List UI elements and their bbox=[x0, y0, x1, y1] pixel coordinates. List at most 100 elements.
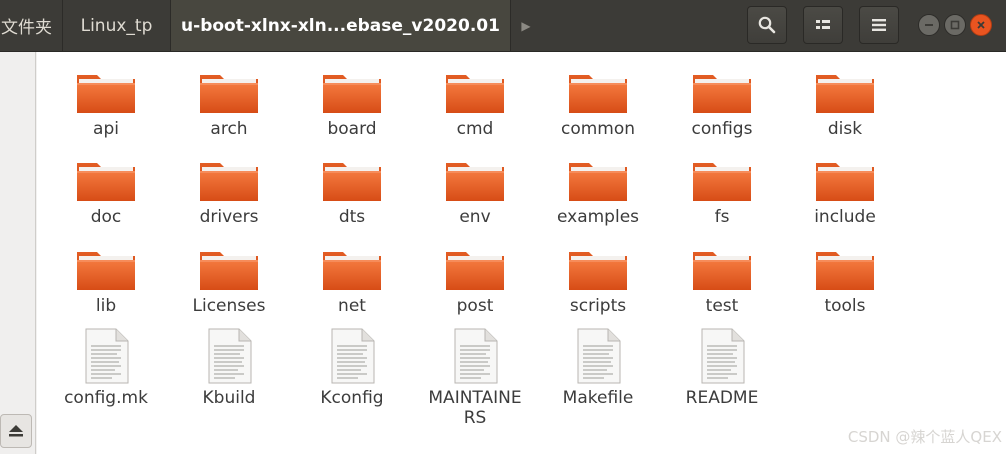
text-file-icon bbox=[328, 328, 376, 384]
folder-icon bbox=[198, 246, 260, 292]
folder-icon bbox=[444, 69, 506, 115]
folder-item[interactable]: examples bbox=[543, 157, 653, 227]
eject-button[interactable] bbox=[0, 414, 32, 448]
file-item[interactable]: Kconfig bbox=[297, 328, 407, 408]
folder-label: tools bbox=[824, 296, 866, 316]
text-file-icon bbox=[574, 328, 622, 384]
folder-icon bbox=[814, 246, 876, 292]
text-file-icon bbox=[451, 328, 499, 384]
folder-label: scripts bbox=[569, 296, 627, 316]
folder-item[interactable]: doc bbox=[51, 157, 161, 227]
folder-label: dts bbox=[338, 207, 366, 227]
folder-item[interactable]: common bbox=[543, 69, 653, 139]
folder-icon bbox=[444, 246, 506, 292]
folder-label: examples bbox=[556, 207, 640, 227]
folder-item[interactable]: lib bbox=[51, 246, 161, 316]
folder-item[interactable]: drivers bbox=[174, 157, 284, 227]
folder-icon bbox=[814, 157, 876, 203]
folder-label: cmd bbox=[456, 119, 494, 139]
close-icon bbox=[977, 21, 985, 29]
file-label: config.mk bbox=[64, 388, 148, 408]
file-item[interactable]: config.mk bbox=[51, 328, 161, 408]
file-label: README bbox=[685, 388, 759, 408]
folder-item[interactable]: board bbox=[297, 69, 407, 139]
folder-label: test bbox=[705, 296, 739, 316]
folder-label: env bbox=[459, 207, 491, 227]
file-item[interactable]: Kbuild bbox=[174, 328, 284, 408]
breadcrumb-parent-folder[interactable]: 文件夹 bbox=[0, 0, 63, 51]
folder-label: fs bbox=[714, 207, 730, 227]
folder-icon bbox=[75, 157, 137, 203]
file-label: Makefile bbox=[562, 388, 634, 408]
close-button[interactable] bbox=[970, 14, 992, 36]
folder-icon bbox=[691, 246, 753, 292]
window-controls bbox=[918, 12, 998, 38]
folder-item[interactable]: net bbox=[297, 246, 407, 316]
maximize-icon bbox=[950, 20, 960, 30]
breadcrumb-current-folder[interactable]: u-boot-xlnx-xln...ebase_v2020.01 bbox=[171, 0, 511, 51]
folder-item[interactable]: configs bbox=[667, 69, 777, 139]
file-label-line2: RS bbox=[463, 408, 487, 428]
folder-icon bbox=[321, 69, 383, 115]
folder-item[interactable]: fs bbox=[667, 157, 777, 227]
header-bar: 文件夹 Linux_tp u-boot-xlnx-xln...ebase_v20… bbox=[0, 0, 1006, 52]
search-icon bbox=[758, 16, 776, 34]
folder-item[interactable]: tools bbox=[790, 246, 900, 316]
folder-item[interactable]: test bbox=[667, 246, 777, 316]
file-item[interactable]: MAINTAINE RS bbox=[420, 328, 530, 428]
folder-item[interactable]: cmd bbox=[420, 69, 530, 139]
folder-icon bbox=[691, 157, 753, 203]
folder-label: net bbox=[338, 296, 366, 316]
folder-item[interactable]: include bbox=[790, 157, 900, 227]
folder-label: post bbox=[456, 296, 494, 316]
folder-label: Licenses bbox=[192, 296, 266, 316]
folder-icon bbox=[691, 69, 753, 115]
folder-item[interactable]: scripts bbox=[543, 246, 653, 316]
search-button[interactable] bbox=[747, 6, 787, 44]
folder-label: common bbox=[560, 119, 636, 139]
file-item[interactable]: README bbox=[667, 328, 777, 408]
view-toggle-button[interactable] bbox=[803, 6, 843, 44]
list-view-icon bbox=[816, 20, 830, 29]
folder-label: disk bbox=[827, 119, 863, 139]
folder-label: lib bbox=[95, 296, 117, 316]
text-file-icon bbox=[698, 328, 746, 384]
text-file-icon bbox=[82, 328, 130, 384]
eject-icon bbox=[9, 425, 23, 437]
folder-item[interactable]: arch bbox=[174, 69, 284, 139]
file-item[interactable]: Makefile bbox=[543, 328, 653, 408]
folder-item[interactable]: Licenses bbox=[174, 246, 284, 316]
folder-icon bbox=[75, 246, 137, 292]
sidebar-panel bbox=[0, 52, 36, 454]
folder-icon bbox=[321, 157, 383, 203]
folder-label: configs bbox=[691, 119, 753, 139]
hamburger-menu-icon bbox=[872, 19, 886, 31]
app-menu-button[interactable] bbox=[859, 6, 899, 44]
folder-label: include bbox=[814, 207, 876, 227]
folder-label: api bbox=[93, 119, 119, 139]
breadcrumb-forward-arrow-icon[interactable]: ▶ bbox=[512, 0, 540, 51]
folder-icon bbox=[75, 69, 137, 115]
folder-item[interactable]: env bbox=[420, 157, 530, 227]
folder-icon bbox=[567, 246, 629, 292]
watermark-text: CSDN @辣个蓝人QEX bbox=[847, 428, 1002, 446]
folder-icon bbox=[198, 69, 260, 115]
folder-item[interactable]: dts bbox=[297, 157, 407, 227]
folder-label: doc bbox=[90, 207, 122, 227]
folder-icon bbox=[321, 246, 383, 292]
breadcrumb-linux-tp[interactable]: Linux_tp bbox=[63, 0, 171, 51]
minimize-icon bbox=[925, 24, 933, 26]
folder-icon bbox=[198, 157, 260, 203]
folder-label: arch bbox=[210, 119, 248, 139]
folder-icon bbox=[444, 157, 506, 203]
folder-icon bbox=[567, 157, 629, 203]
file-label-line1: MAINTAINE bbox=[428, 388, 522, 408]
file-grid: api arch board cmd common configs disk d… bbox=[37, 52, 1006, 454]
maximize-button[interactable] bbox=[944, 14, 966, 36]
file-label: Kconfig bbox=[320, 388, 384, 408]
minimize-button[interactable] bbox=[918, 14, 940, 36]
folder-item[interactable]: post bbox=[420, 246, 530, 316]
folder-label: board bbox=[327, 119, 377, 139]
folder-item[interactable]: disk bbox=[790, 69, 900, 139]
folder-item[interactable]: api bbox=[51, 69, 161, 139]
